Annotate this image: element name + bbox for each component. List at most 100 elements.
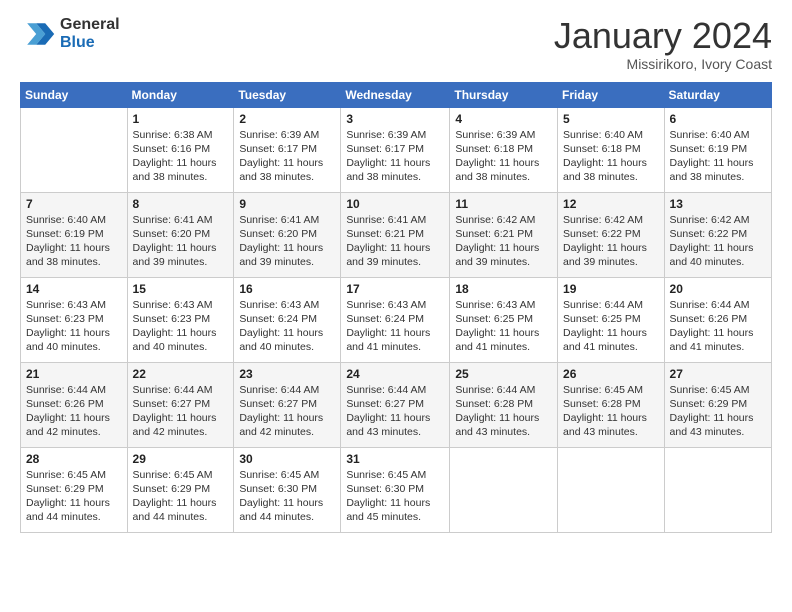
day-cell: 9Sunrise: 6:41 AM Sunset: 6:20 PM Daylig… (234, 192, 341, 277)
day-cell: 15 Sunrise: 6:43 AM Sunset: 6:23 PM Dayli… (127, 277, 234, 362)
day-header-saturday: Saturday (664, 82, 771, 107)
day-cell: 21 Sunrise: 6:44 AM Sunset: 6:26 PM Dayli… (21, 362, 128, 447)
week-row-3: 21 Sunrise: 6:44 AM Sunset: 6:26 PM Dayli… (21, 362, 772, 447)
day-info: Sunrise: 6:45 AM Sunset: 6:29 PM Dayligh… (26, 468, 122, 525)
day-number: 16 (239, 282, 335, 296)
day-number: 17 (346, 282, 444, 296)
day-cell: 26 Sunrise: 6:45 AM Sunset: 6:28 PM Dayli… (558, 362, 665, 447)
day-info: Sunrise: 6:39 AM Sunset: 6:17 PM Dayligh… (346, 128, 444, 185)
day-info: Sunrise: 6:43 AM Sunset: 6:24 PM Dayligh… (346, 298, 444, 355)
day-info: Sunrise: 6:45 AM Sunset: 6:29 PM Dayligh… (670, 383, 766, 440)
day-cell (558, 447, 665, 532)
week-row-1: 7Sunrise: 6:40 AM Sunset: 6:19 PM Daylig… (21, 192, 772, 277)
day-number: 2 (239, 112, 335, 126)
calendar: SundayMondayTuesdayWednesdayThursdayFrid… (20, 82, 772, 533)
title-block: January 2024 Missirikoro, Ivory Coast (554, 16, 772, 72)
day-cell: 17 Sunrise: 6:43 AM Sunset: 6:24 PM Dayli… (341, 277, 450, 362)
day-info: Sunrise: 6:38 AM Sunset: 6:16 PM Dayligh… (133, 128, 229, 185)
day-cell: 30 Sunrise: 6:45 AM Sunset: 6:30 PM Dayli… (234, 447, 341, 532)
day-cell: 27 Sunrise: 6:45 AM Sunset: 6:29 PM Dayli… (664, 362, 771, 447)
day-cell: 2 Sunrise: 6:39 AM Sunset: 6:17 PM Daylig… (234, 107, 341, 192)
day-header-monday: Monday (127, 82, 234, 107)
day-info: Sunrise: 6:44 AM Sunset: 6:26 PM Dayligh… (26, 383, 122, 440)
day-cell: 8Sunrise: 6:41 AM Sunset: 6:20 PM Daylig… (127, 192, 234, 277)
page: General Blue January 2024 Missirikoro, I… (0, 0, 792, 612)
day-number: 21 (26, 367, 122, 381)
day-cell: 22Sunrise: 6:44 AM Sunset: 6:27 PM Dayli… (127, 362, 234, 447)
day-cell: 24Sunrise: 6:44 AM Sunset: 6:27 PM Dayli… (341, 362, 450, 447)
day-cell: 5Sunrise: 6:40 AM Sunset: 6:18 PM Daylig… (558, 107, 665, 192)
day-info: Sunrise: 6:42 AM Sunset: 6:21 PM Dayligh… (455, 213, 552, 270)
day-cell: 13Sunrise: 6:42 AM Sunset: 6:22 PM Dayli… (664, 192, 771, 277)
day-info: Sunrise: 6:44 AM Sunset: 6:27 PM Dayligh… (239, 383, 335, 440)
day-number: 26 (563, 367, 659, 381)
calendar-header: SundayMondayTuesdayWednesdayThursdayFrid… (21, 82, 772, 107)
day-number: 15 (133, 282, 229, 296)
day-cell: 6 Sunrise: 6:40 AM Sunset: 6:19 PM Daylig… (664, 107, 771, 192)
day-number: 27 (670, 367, 766, 381)
day-number: 4 (455, 112, 552, 126)
day-number: 9 (239, 197, 335, 211)
day-number: 22 (133, 367, 229, 381)
day-number: 7 (26, 197, 122, 211)
subtitle: Missirikoro, Ivory Coast (554, 56, 772, 72)
day-number: 23 (239, 367, 335, 381)
day-cell (21, 107, 128, 192)
day-number: 8 (133, 197, 229, 211)
day-info: Sunrise: 6:39 AM Sunset: 6:18 PM Dayligh… (455, 128, 552, 185)
day-number: 29 (133, 452, 229, 466)
day-header-tuesday: Tuesday (234, 82, 341, 107)
day-number: 18 (455, 282, 552, 296)
day-number: 30 (239, 452, 335, 466)
day-header-thursday: Thursday (450, 82, 558, 107)
day-number: 10 (346, 197, 444, 211)
day-number: 3 (346, 112, 444, 126)
day-cell: 16Sunrise: 6:43 AM Sunset: 6:24 PM Dayli… (234, 277, 341, 362)
day-info: Sunrise: 6:39 AM Sunset: 6:17 PM Dayligh… (239, 128, 335, 185)
day-number: 6 (670, 112, 766, 126)
day-info: Sunrise: 6:45 AM Sunset: 6:30 PM Dayligh… (346, 468, 444, 525)
day-info: Sunrise: 6:44 AM Sunset: 6:27 PM Dayligh… (346, 383, 444, 440)
day-info: Sunrise: 6:45 AM Sunset: 6:30 PM Dayligh… (239, 468, 335, 525)
day-cell: 28 Sunrise: 6:45 AM Sunset: 6:29 PM Dayli… (21, 447, 128, 532)
day-cell: 7Sunrise: 6:40 AM Sunset: 6:19 PM Daylig… (21, 192, 128, 277)
logo-icon (20, 16, 56, 52)
day-cell: 12Sunrise: 6:42 AM Sunset: 6:22 PM Dayli… (558, 192, 665, 277)
day-cell: 20Sunrise: 6:44 AM Sunset: 6:26 PM Dayli… (664, 277, 771, 362)
logo-text: General Blue (60, 16, 120, 52)
day-info: Sunrise: 6:42 AM Sunset: 6:22 PM Dayligh… (670, 213, 766, 270)
day-number: 14 (26, 282, 122, 296)
day-info: Sunrise: 6:41 AM Sunset: 6:21 PM Dayligh… (346, 213, 444, 270)
day-info: Sunrise: 6:43 AM Sunset: 6:25 PM Dayligh… (455, 298, 552, 355)
day-info: Sunrise: 6:44 AM Sunset: 6:25 PM Dayligh… (563, 298, 659, 355)
day-info: Sunrise: 6:43 AM Sunset: 6:23 PM Dayligh… (26, 298, 122, 355)
week-row-2: 14 Sunrise: 6:43 AM Sunset: 6:23 PM Dayli… (21, 277, 772, 362)
day-number: 31 (346, 452, 444, 466)
month-title: January 2024 (554, 16, 772, 56)
header: General Blue January 2024 Missirikoro, I… (20, 16, 772, 72)
day-info: Sunrise: 6:42 AM Sunset: 6:22 PM Dayligh… (563, 213, 659, 270)
day-cell: 19 Sunrise: 6:44 AM Sunset: 6:25 PM Dayli… (558, 277, 665, 362)
day-info: Sunrise: 6:43 AM Sunset: 6:23 PM Dayligh… (133, 298, 229, 355)
week-row-0: 1 Sunrise: 6:38 AM Sunset: 6:16 PM Daylig… (21, 107, 772, 192)
day-cell (450, 447, 558, 532)
calendar-body: 1 Sunrise: 6:38 AM Sunset: 6:16 PM Daylig… (21, 107, 772, 532)
logo: General Blue (20, 16, 120, 52)
day-info: Sunrise: 6:40 AM Sunset: 6:19 PM Dayligh… (670, 128, 766, 185)
day-info: Sunrise: 6:44 AM Sunset: 6:28 PM Dayligh… (455, 383, 552, 440)
week-row-4: 28 Sunrise: 6:45 AM Sunset: 6:29 PM Dayli… (21, 447, 772, 532)
day-info: Sunrise: 6:45 AM Sunset: 6:28 PM Dayligh… (563, 383, 659, 440)
header-row: SundayMondayTuesdayWednesdayThursdayFrid… (21, 82, 772, 107)
day-cell (664, 447, 771, 532)
day-number: 28 (26, 452, 122, 466)
day-cell: 3 Sunrise: 6:39 AM Sunset: 6:17 PM Daylig… (341, 107, 450, 192)
day-number: 11 (455, 197, 552, 211)
day-cell: 4 Sunrise: 6:39 AM Sunset: 6:18 PM Daylig… (450, 107, 558, 192)
day-number: 19 (563, 282, 659, 296)
day-cell: 11 Sunrise: 6:42 AM Sunset: 6:21 PM Dayli… (450, 192, 558, 277)
day-cell: 10 Sunrise: 6:41 AM Sunset: 6:21 PM Dayli… (341, 192, 450, 277)
day-number: 1 (133, 112, 229, 126)
day-header-sunday: Sunday (21, 82, 128, 107)
day-info: Sunrise: 6:44 AM Sunset: 6:26 PM Dayligh… (670, 298, 766, 355)
day-cell: 18 Sunrise: 6:43 AM Sunset: 6:25 PM Dayli… (450, 277, 558, 362)
